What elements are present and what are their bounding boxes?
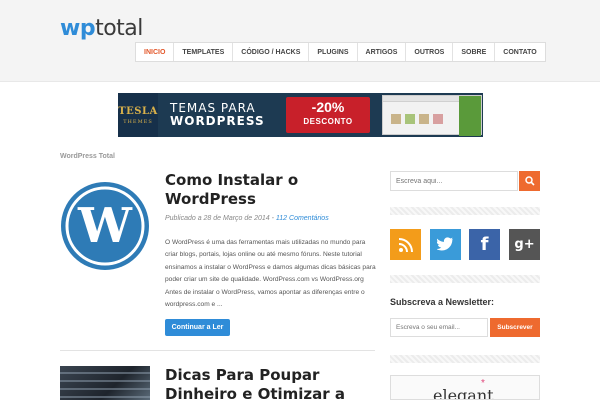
nav-item-templates[interactable]: TEMPLATES xyxy=(174,43,234,61)
breadcrumb[interactable]: WordPress Total xyxy=(60,153,115,160)
nav-item-inicio[interactable]: INICIO xyxy=(136,43,175,61)
asterisk-icon: * xyxy=(481,378,485,389)
search-input[interactable] xyxy=(390,171,518,191)
post-comments-link[interactable]: 112 Comentários xyxy=(276,215,329,222)
nav-item-outros[interactable]: OUTROS xyxy=(406,43,454,61)
nav-item-codigo-hacks[interactable]: CÓDIGO / HACKS xyxy=(233,43,310,61)
post-meta: Publicado a 28 de Março de 2014 - 112 Co… xyxy=(165,215,329,222)
banner-text-line2: WORDPRESS xyxy=(170,114,265,128)
sidebar-divider-2 xyxy=(390,275,540,283)
rss-icon xyxy=(398,237,413,252)
rss-button[interactable] xyxy=(390,229,421,260)
banner-discount-label: DESCONTO xyxy=(303,117,353,126)
post-excerpt: O WordPress é uma das ferramentas mais u… xyxy=(165,239,376,309)
promo-banner[interactable]: TESLA THEMES TEMAS PARA WORDPRESS -20% D… xyxy=(118,93,483,137)
banner-discount-value: -20% xyxy=(311,99,345,115)
sidebar-divider xyxy=(390,207,540,215)
banner-brand-sub: THEMES xyxy=(123,118,153,125)
newsletter-title: Subscreva a Newsletter: xyxy=(390,297,495,307)
search-button[interactable] xyxy=(519,171,540,191)
google-plus-icon: g+ xyxy=(514,237,535,252)
banner-brand-name: TESLA xyxy=(118,105,158,117)
banner-brand: TESLA THEMES xyxy=(118,93,158,137)
svg-text:W: W xyxy=(77,198,133,254)
read-more-button[interactable]: Continuar a Ler xyxy=(165,319,230,336)
banner-text: TEMAS PARA WORDPRESS xyxy=(170,102,265,127)
logo-wp: wp xyxy=(60,16,96,41)
banner-discount-badge: -20% DESCONTO xyxy=(286,97,370,133)
site-logo[interactable]: wptotal xyxy=(60,16,143,41)
banner-theme-preview xyxy=(382,95,482,136)
twitter-button[interactable] xyxy=(430,229,461,260)
newsletter-email-input[interactable] xyxy=(390,318,488,337)
nav-item-plugins[interactable]: PLUGINS xyxy=(309,43,358,61)
subscribe-button[interactable]: Subscrever xyxy=(490,318,540,337)
post-divider xyxy=(60,350,375,351)
facebook-icon: f xyxy=(480,234,489,255)
logo-total: total xyxy=(95,16,143,41)
nav-item-contato[interactable]: CONTATO xyxy=(495,43,544,61)
wordpress-logo-icon[interactable]: W xyxy=(60,181,150,271)
nav-item-artigos[interactable]: ARTIGOS xyxy=(358,43,407,61)
post-thumbnail[interactable] xyxy=(60,366,150,400)
post-title-2[interactable]: Dicas Para Poupar Dinheiro e Otimizar a xyxy=(165,366,380,400)
twitter-icon xyxy=(436,237,454,251)
page: wptotal INICIO TEMPLATES CÓDIGO / HACKS … xyxy=(0,0,600,400)
nav-item-sobre[interactable]: SOBRE xyxy=(453,43,496,61)
google-plus-button[interactable]: g+ xyxy=(509,229,540,260)
site-header: wptotal INICIO TEMPLATES CÓDIGO / HACKS … xyxy=(0,0,600,82)
sidebar-divider-3 xyxy=(390,355,540,363)
post-date: Publicado a 28 de Março de 2014 - xyxy=(165,215,276,222)
main-nav: INICIO TEMPLATES CÓDIGO / HACKS PLUGINS … xyxy=(135,42,546,62)
sidebar-ad[interactable]: elegant * xyxy=(390,375,540,400)
facebook-button[interactable]: f xyxy=(469,229,500,260)
post-title[interactable]: Como Instalar o WordPress xyxy=(165,171,380,209)
search-icon xyxy=(524,176,535,186)
